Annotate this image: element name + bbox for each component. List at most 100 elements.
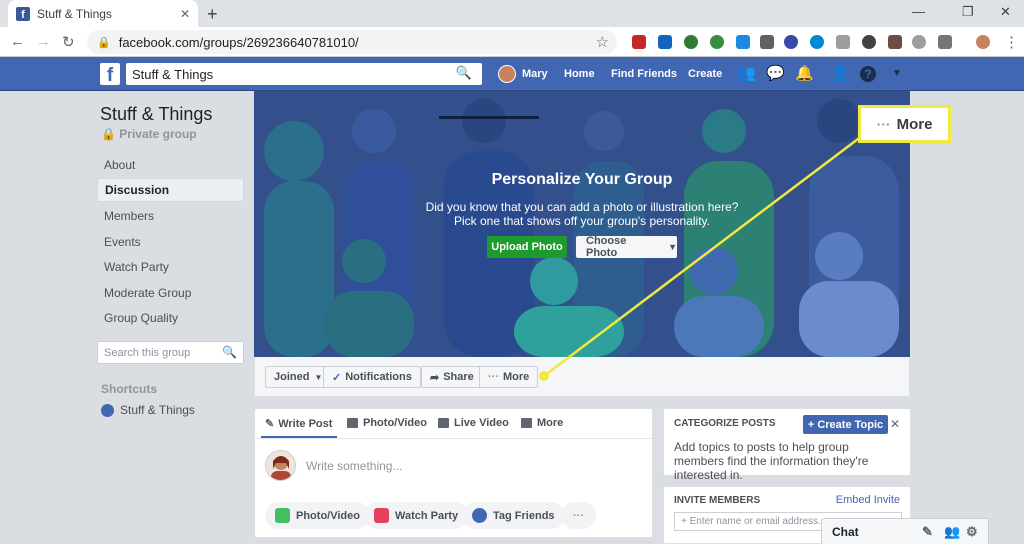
extension-icon[interactable] — [684, 35, 698, 49]
avatar — [265, 450, 296, 481]
contacts-icon[interactable]: 👥 — [944, 524, 960, 540]
extension-icon[interactable] — [938, 35, 952, 49]
chat-bar[interactable]: Chat ✎ 👥 ⚙ — [821, 518, 989, 544]
sidebar-item-moderate-group[interactable]: Moderate Group — [97, 281, 244, 305]
composer-divider — [255, 438, 652, 439]
tab-write-post[interactable]: ✎ Write Post — [265, 417, 332, 431]
tab-photo-video[interactable]: Photo/Video — [347, 417, 427, 429]
lock-icon: 🔒 — [97, 36, 111, 49]
back-icon[interactable]: ← — [10, 33, 25, 50]
chrome-menu-icon[interactable]: ⋮ — [1004, 33, 1019, 51]
shortcut-label: Stuff & Things — [120, 403, 195, 417]
shortcut-item[interactable]: Stuff & Things — [101, 403, 195, 417]
messenger-icon[interactable]: 💬 — [766, 66, 785, 82]
notifications-label: Notifications — [345, 371, 412, 383]
reload-icon[interactable]: ↻ — [62, 33, 75, 51]
extension-icon[interactable] — [836, 35, 850, 49]
pill-label: Photo/Video — [296, 509, 360, 522]
group-action-bar: Joined ▼ ✓ Notifications ➦ Share ··· Mor… — [254, 357, 910, 397]
tab-close-icon[interactable]: ✕ — [180, 7, 190, 21]
facebook-favicon-icon: f — [16, 6, 30, 21]
notifications-icon[interactable]: 🔔 — [795, 66, 814, 82]
more-dots-icon: ··· — [876, 116, 891, 132]
tab-more[interactable]: More — [521, 417, 563, 429]
search-icon[interactable]: 🔍 — [222, 345, 237, 359]
create-topic-button[interactable]: + Create Topic — [803, 415, 888, 434]
home-link[interactable]: Home — [564, 57, 595, 91]
create-link[interactable]: Create — [688, 57, 722, 91]
choose-photo-button[interactable]: Choose Photo ▼ — [576, 235, 677, 259]
upload-photo-button[interactable]: Upload Photo — [487, 236, 567, 258]
facebook-header: f Stuff & Things 🔍 Mary Home Find Friend… — [0, 57, 1024, 91]
forward-icon[interactable]: → — [36, 33, 51, 50]
shortcuts-heading: Shortcuts — [101, 382, 158, 396]
extension-icon[interactable] — [862, 35, 876, 49]
tag-friends-pill[interactable]: Tag Friends — [462, 502, 565, 529]
extension-icon[interactable] — [658, 35, 672, 49]
extension-icon[interactable] — [810, 35, 824, 49]
tab-live-video[interactable]: Live Video — [438, 417, 509, 429]
joined-button[interactable]: Joined ▼ — [265, 366, 332, 388]
photo-video-pill[interactable]: Photo/Video — [265, 502, 370, 529]
more-button[interactable]: ··· More — [479, 366, 539, 388]
joined-label: Joined — [274, 371, 310, 383]
privacy-label: 🔒 Private group — [101, 127, 197, 141]
write-something-input[interactable]: Write something... — [306, 459, 402, 473]
address-bar[interactable]: 🔒 facebook.com/groups/269236640781010/ ☆ — [87, 30, 617, 54]
photo-icon — [347, 418, 358, 428]
notifications-button[interactable]: ✓ Notifications — [323, 366, 421, 388]
bookmark-star-icon[interactable]: ☆ — [596, 33, 609, 51]
friend-requests-icon[interactable]: 👥 — [737, 66, 756, 82]
popcorn-icon — [374, 508, 389, 523]
extension-icon[interactable] — [760, 35, 774, 49]
sidebar-item-group-quality[interactable]: Group Quality — [97, 306, 244, 330]
find-friends-link[interactable]: Find Friends — [611, 57, 677, 91]
sidebar-item-watch-party[interactable]: Watch Party — [97, 255, 244, 279]
share-button[interactable]: ➦ Share — [421, 366, 483, 388]
close-icon[interactable]: ✕ — [890, 417, 900, 431]
sidebar-item-discussion[interactable]: Discussion — [97, 178, 244, 202]
gear-icon[interactable]: ⚙ — [966, 524, 978, 540]
group-search-input[interactable]: Search this group 🔍 — [97, 341, 244, 364]
more-callout: ··· More — [858, 105, 951, 143]
share-label: Share — [443, 371, 474, 383]
minimize-button[interactable]: — — [912, 4, 925, 19]
help-icon[interactable]: ? — [860, 66, 876, 82]
new-tab-button[interactable]: + — [207, 4, 218, 25]
group-search-placeholder: Search this group — [104, 346, 191, 359]
compose-icon[interactable]: ✎ — [922, 524, 933, 540]
profile-avatar[interactable] — [976, 35, 990, 49]
facebook-logo[interactable]: f — [100, 63, 120, 85]
pill-label: Tag Friends — [493, 509, 555, 522]
extension-icon[interactable] — [736, 35, 750, 49]
group-cover: Personalize Your Group Did you know that… — [254, 91, 910, 357]
extension-icon[interactable] — [784, 35, 798, 49]
extension-icon[interactable] — [912, 35, 926, 49]
profile-link[interactable]: Mary — [498, 57, 548, 91]
account-menu-icon[interactable]: ▼ — [889, 66, 905, 82]
callout-label: More — [896, 115, 933, 133]
extension-icon[interactable] — [632, 35, 646, 49]
sidebar-item-events[interactable]: Events — [97, 230, 244, 254]
extension-icon[interactable] — [888, 35, 902, 49]
categorize-description: Add topics to posts to help group member… — [674, 440, 869, 482]
video-icon — [438, 418, 449, 428]
maximize-button[interactable]: ❐ — [962, 4, 974, 20]
share-icon: ➦ — [430, 371, 440, 384]
sidebar-item-about[interactable]: About — [97, 153, 244, 177]
facebook-search-input[interactable]: Stuff & Things 🔍 — [126, 63, 482, 85]
embed-invite-link[interactable]: Embed Invite — [836, 494, 900, 506]
group-name[interactable]: Stuff & Things — [100, 104, 212, 125]
search-icon[interactable]: 🔍 — [456, 65, 472, 81]
more-icon — [521, 418, 532, 428]
watch-party-pill[interactable]: Watch Party — [364, 502, 469, 529]
browser-tab[interactable]: f Stuff & Things ✕ — [8, 0, 198, 27]
extension-icon[interactable] — [710, 35, 724, 49]
close-window-button[interactable]: ✕ — [1000, 4, 1011, 20]
groups-icon[interactable]: 👤 — [831, 66, 850, 82]
active-tab-indicator — [261, 436, 337, 438]
more-options-button[interactable]: ··· — [561, 502, 596, 529]
caret-down-icon: ▼ — [314, 372, 323, 382]
sidebar-item-members[interactable]: Members — [97, 204, 244, 228]
privacy-text: Private group — [119, 127, 197, 141]
